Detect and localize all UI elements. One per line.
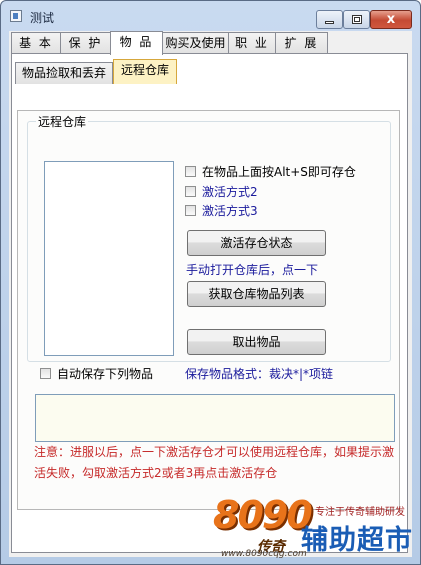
notice-line: 注意：进服以后，点一下激活存仓才可以使用远程仓库，如果提示激 [34, 445, 395, 459]
manual-open-hint: 手动打开仓库后，点一下 [186, 263, 319, 277]
save-format-hint: 保存物品格式：裁决*|*项链 [185, 367, 334, 381]
tab-items[interactable]: 物 品 [110, 31, 163, 55]
maximize-button[interactable] [343, 10, 370, 29]
watermark-slogan: 专注于传奇辅助研发 [315, 507, 405, 518]
alt-s-checkbox[interactable] [185, 166, 196, 177]
remote-warehouse-panel: 远程仓库 在物品上面按Alt+S即可存仓 激活方式2 激活方式3 激活存仓状态 … [17, 110, 400, 510]
watermark-url: www.8090cqg.com [221, 549, 307, 559]
take-out-button[interactable]: 取出物品 [187, 329, 326, 355]
notice-line: 活失败，勾取激活方式2或者3再点击激活存仓 [34, 466, 278, 480]
tab-protect[interactable]: 保 护 [60, 32, 111, 53]
app-icon [10, 10, 22, 22]
subtab-remote-warehouse[interactable]: 远程仓库 [113, 59, 177, 84]
watermark-logo: 8090 [213, 493, 313, 537]
mode2-checkbox[interactable] [185, 186, 196, 197]
watermark: 8090 传奇 专注于传奇辅助研发 辅助超市 www.8090cqg.com [211, 491, 420, 563]
auto-save-label: 自动保存下列物品 [57, 367, 154, 381]
watermark-brand: 辅助超市 [301, 525, 413, 556]
auto-save-items-input[interactable] [35, 394, 395, 442]
alt-s-label: 在物品上面按Alt+S即可存仓 [202, 165, 356, 179]
subtab-pickup-drop[interactable]: 物品捡取和丢弃 [15, 62, 113, 84]
get-item-list-button[interactable]: 获取仓库物品列表 [187, 281, 326, 307]
tab-buy-use[interactable]: 购买及使用 [162, 32, 229, 53]
mode2-label: 激活方式2 [202, 185, 258, 199]
close-icon: x [386, 12, 396, 27]
maximize-icon [352, 15, 362, 24]
window-title: 测试 [30, 11, 55, 25]
client-area: 基 本 保 护 物 品 购买及使用 职 业 扩 展 物品捡取和丢弃 远程仓库 远… [9, 31, 412, 557]
minimize-icon [325, 21, 334, 24]
notice-text: 注意：进服以后，点一下激活存仓才可以使用远程仓库，如果提示激 活失败，勾取激活方… [34, 442, 398, 484]
mode3-checkbox[interactable] [185, 205, 196, 216]
close-button[interactable]: x [370, 10, 412, 29]
tab-job[interactable]: 职 业 [228, 32, 276, 53]
title-bar[interactable]: 测试 x [1, 1, 420, 31]
activate-storage-button[interactable]: 激活存仓状态 [187, 230, 326, 256]
minimize-button[interactable] [316, 10, 343, 29]
auto-save-checkbox[interactable] [40, 368, 51, 379]
tab-extend[interactable]: 扩 展 [275, 32, 328, 53]
group-title: 远程仓库 [36, 113, 89, 130]
mode3-label: 激活方式3 [202, 204, 258, 218]
warehouse-item-list[interactable] [44, 161, 174, 356]
items-tab-panel: 物品捡取和丢弃 远程仓库 远程仓库 在物品上面按Alt+S即可存仓 激活方式2 … [11, 53, 408, 553]
app-window: 测试 x 基 本 保 护 物 品 购买及使用 职 业 扩 展 物品捡取和丢弃 远… [0, 0, 421, 565]
tab-basic[interactable]: 基 本 [11, 32, 61, 53]
